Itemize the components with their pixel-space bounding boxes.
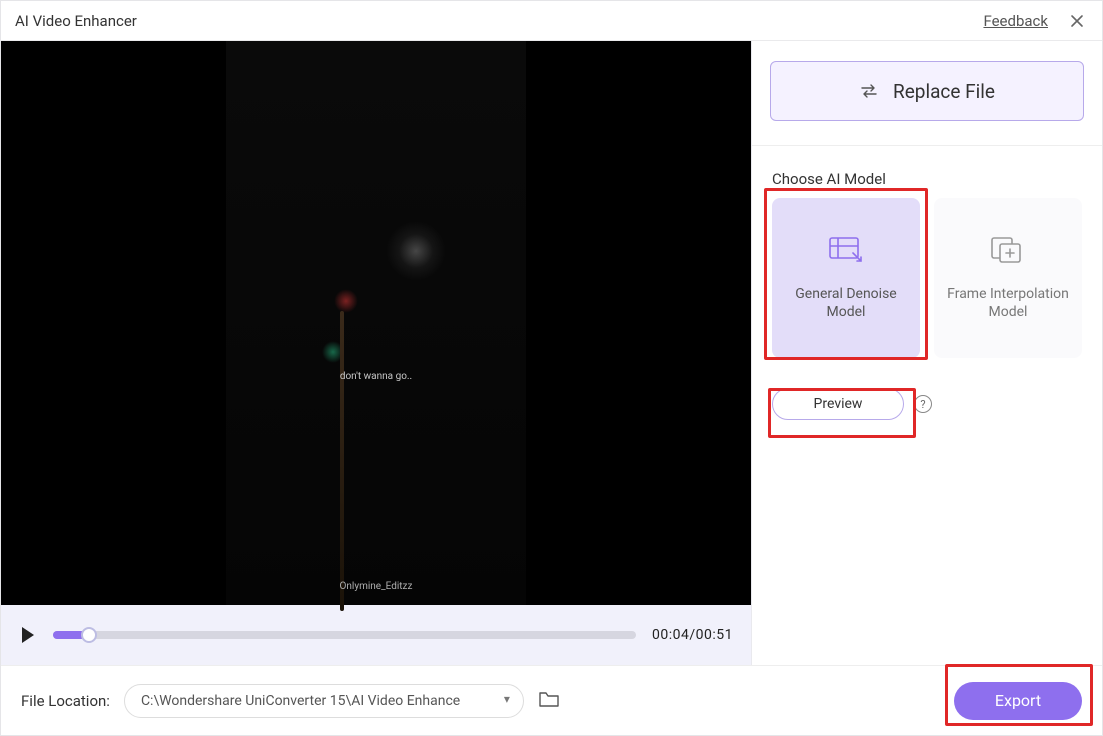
model-label: Frame Interpolation Model: [944, 285, 1072, 321]
file-location-select[interactable]: [124, 684, 524, 718]
play-icon[interactable]: [19, 626, 37, 644]
file-location-label: File Location:: [21, 692, 110, 710]
swap-icon: [859, 80, 879, 103]
time-display: 00:04/00:51: [652, 627, 733, 643]
replace-file-button[interactable]: Replace File: [770, 61, 1084, 121]
choose-model-label: Choose AI Model: [752, 145, 1102, 198]
model-general-denoise[interactable]: General Denoise Model: [772, 198, 920, 358]
page-title: AI Video Enhancer: [15, 12, 137, 30]
help-icon[interactable]: ?: [914, 395, 932, 413]
title-bar: AI Video Enhancer Feedback: [1, 1, 1102, 41]
model-frame-interpolation[interactable]: Frame Interpolation Model: [934, 198, 1082, 358]
preview-label: Preview: [814, 396, 863, 412]
close-icon[interactable]: [1066, 10, 1088, 32]
export-button[interactable]: Export: [954, 682, 1082, 720]
feedback-link[interactable]: Feedback: [983, 12, 1048, 30]
replace-file-label: Replace File: [893, 80, 995, 103]
video-caption: don't wanna go..: [340, 371, 412, 382]
preview-button[interactable]: Preview: [772, 388, 904, 420]
video-preview[interactable]: don't wanna go.. Onlymine_Editzz: [1, 41, 751, 605]
progress-slider[interactable]: [53, 631, 636, 639]
transport-bar: 00:04/00:51: [1, 605, 751, 665]
video-watermark: Onlymine_Editzz: [340, 581, 413, 592]
folder-icon[interactable]: [538, 690, 560, 712]
model-label: General Denoise Model: [782, 285, 910, 321]
interpolation-icon: [989, 235, 1027, 269]
denoise-icon: [827, 235, 865, 269]
